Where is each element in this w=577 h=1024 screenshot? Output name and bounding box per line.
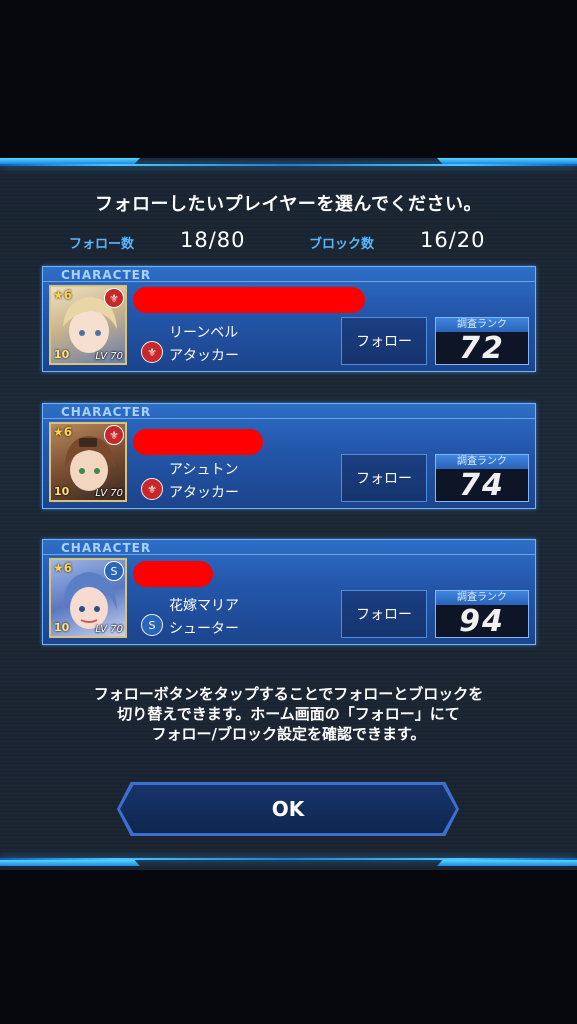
info-line: フォロー/ブロック設定を確認できます。	[151, 725, 426, 743]
attacker-icon: ⚜	[141, 341, 163, 363]
star-rank: ★6	[53, 561, 73, 575]
info-line: フォローボタンをタップすることでフォローとブロックを	[93, 685, 484, 703]
research-rank: 調査ランク 74	[435, 454, 529, 503]
player-card: CHARACTER ★6 S 10 LV 70 花嫁マリア S シューター フォ…	[42, 539, 536, 645]
attribute-badge-icon: ⚜	[104, 425, 124, 445]
player-card: CHARACTER ★6 ⚜ 10 LV 70 リーンベル ⚜ アタッカー フォ…	[42, 266, 536, 372]
research-rank-label: 調査ランク	[436, 591, 528, 605]
level-prefix: 10	[54, 621, 70, 634]
dialog-bottom-border	[0, 852, 577, 866]
research-rank-value: 72	[459, 331, 505, 366]
character-name: リーンベル	[169, 325, 239, 341]
counts-row: フォロー数 18/80 ブロック数 16/20	[0, 228, 577, 254]
follow-count-label: フォロー数	[69, 237, 135, 252]
character-type: アタッカー	[169, 348, 239, 364]
redacted-player-name	[133, 429, 263, 455]
research-rank: 調査ランク 72	[435, 317, 529, 366]
character-name: アシュトン	[169, 462, 239, 478]
level-prefix: 10	[54, 348, 70, 361]
card-category: CHARACTER	[61, 405, 152, 419]
ok-button[interactable]: OK	[117, 782, 459, 836]
level-prefix: 10	[54, 485, 70, 498]
player-card: CHARACTER ★6 ⚜ 10 LV 70 アシュトン ⚜ アタッカー フォ…	[42, 403, 536, 509]
level-text: LV 70	[95, 624, 123, 635]
dialog-title: フォローしたいプレイヤーを選んでください。	[94, 194, 483, 215]
research-rank-label: 調査ランク	[436, 455, 528, 469]
follow-button[interactable]: フォロー	[341, 590, 427, 638]
follow-button[interactable]: フォロー	[341, 317, 427, 365]
info-text: フォローボタンをタップすることでフォローとブロックを 切り替えできます。ホーム画…	[0, 684, 577, 744]
character-name: 花嫁マリア	[169, 598, 239, 614]
research-rank-value: 94	[459, 604, 505, 639]
card-category: CHARACTER	[61, 268, 152, 282]
block-count-value: 16/20	[420, 228, 486, 252]
star-rank: ★6	[53, 425, 73, 439]
character-portrait: ★6 ⚜ 10 LV 70	[49, 422, 127, 502]
follow-count-value: 18/80	[180, 228, 246, 252]
attribute-badge-icon: ⚜	[104, 288, 124, 308]
character-portrait: ★6 ⚜ 10 LV 70	[49, 285, 127, 365]
follow-dialog	[0, 158, 577, 870]
info-line: 切り替えできます。ホーム画面の「フォロー」にて	[117, 705, 460, 723]
research-rank-value: 74	[459, 468, 505, 503]
block-count-label: ブロック数	[309, 237, 375, 252]
ok-button-label: OK	[120, 785, 456, 833]
level-text: LV 70	[95, 351, 123, 362]
card-category: CHARACTER	[61, 541, 152, 555]
star-rank: ★6	[53, 288, 73, 302]
character-portrait: ★6 S 10 LV 70	[49, 558, 127, 638]
attacker-icon: ⚜	[141, 478, 163, 500]
redacted-player-name	[133, 287, 365, 313]
follow-button[interactable]: フォロー	[341, 454, 427, 502]
research-rank: 調査ランク 94	[435, 590, 529, 639]
research-rank-label: 調査ランク	[436, 318, 528, 332]
redacted-player-name	[133, 561, 213, 587]
level-text: LV 70	[95, 488, 123, 499]
character-type: シューター	[169, 621, 239, 637]
dialog-top-border	[0, 158, 577, 172]
attribute-badge-icon: S	[104, 561, 124, 581]
shooter-icon: S	[141, 614, 163, 636]
character-type: アタッカー	[169, 485, 239, 501]
